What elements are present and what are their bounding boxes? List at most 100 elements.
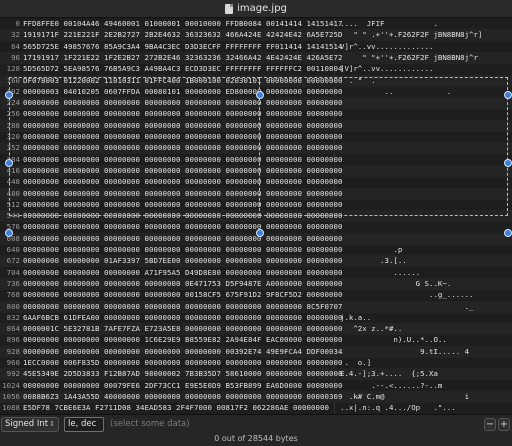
row-hex-bytes[interactable]: 00000000 00000000 00079FE6 2DF73CC1 E9E5… (23, 380, 342, 392)
selection-handle-bottom-right[interactable] (504, 229, 512, 237)
selection-handle-top-left[interactable] (5, 91, 13, 99)
hex-row[interactable]: 992 45E5349E 2D5D3833 F12B87AD 98000002 7… (0, 368, 512, 381)
hex-row[interactable]: 1056 0088B6Z3 1A43A55D 40000000 00000000 … (0, 390, 512, 403)
hex-row[interactable]: 640 00000000 00000000 00000000 00000000 0… (0, 244, 512, 256)
hex-row[interactable]: 928 00000000 00000000 00000000 00000000 0… (0, 345, 512, 358)
row-offset: 960 (6, 358, 20, 367)
row-hex-bytes[interactable]: 1919171F 221E221F 2E2B2727 2B2E4632 3632… (23, 29, 342, 41)
row-offset: 32 (11, 30, 20, 40)
hex-row[interactable]: 0 FFD8FFE0 00104A46 49460001 01000001 000… (0, 18, 512, 30)
hex-row[interactable]: 32 1919171F 221E221F 2E2B2727 2B2E4632 36… (0, 29, 512, 42)
row-ascii[interactable]: ._ (340, 301, 508, 313)
row-ascii[interactable]: ]V]r^..vv............ (340, 63, 508, 75)
selection-handle-mid-right[interactable] (504, 159, 512, 167)
row-offset: 832 (6, 312, 20, 322)
hex-row[interactable]: 960 1ECC0000 006F835D 00000000 00000000 0… (0, 357, 512, 369)
row-hex-bytes[interactable]: 1ECC0000 006F835D 00000000 00000000 0000… (23, 357, 342, 369)
remove-button[interactable]: − (484, 418, 496, 431)
row-ascii[interactable]: .p (340, 244, 508, 256)
selection-handle-top-right[interactable] (504, 91, 512, 99)
hex-row[interactable]: 96 17191917 1F221E22 1F2E2B27 272B2E46 32… (0, 51, 512, 64)
row-hex-bytes[interactable]: FFD8FFE0 00104A46 49460001 01000001 0001… (23, 18, 342, 30)
row-ascii[interactable]: ..x|.n:.q .4.../Op ."... (340, 402, 508, 414)
row-hex-bytes[interactable]: 6AAF6BCB 61DFEA00 00000000 00000000 0000… (23, 312, 342, 324)
row-hex-bytes[interactable]: 00000000 00000000 00000000 00000000 0E47… (23, 278, 342, 290)
row-offset: 672 (6, 256, 20, 266)
row-hex-bytes[interactable]: 00000000 00000000 00000000 00000000 0015… (23, 289, 342, 301)
row-hex-bytes[interactable]: 00000000 00000000 00000000 1C6E29E9 B855… (23, 334, 342, 346)
hex-row[interactable]: 1088 E5DF78 7CBE6E3A F2711D08 34EAD583 2F… (0, 402, 512, 414)
hex-row[interactable]: 704 00000000 00000000 00000000 A71F95A5 D… (0, 267, 512, 279)
row-ascii[interactable]: " " .+''+.F262F2F jBN8BN8j^r] (340, 29, 508, 41)
hex-row[interactable]: 896 00000000 00000000 00000000 1C6E29E9 B… (0, 334, 512, 346)
row-offset: 64 (11, 41, 20, 51)
row-ascii[interactable]: j.k.a.. (340, 312, 508, 324)
row-ascii[interactable]: " "+''+.F262F2F jBN8BN8j^r (340, 52, 508, 64)
hex-row[interactable]: 128 5D565D72 5EA98576 76B5A9C3 A49BA4C3 E… (0, 63, 512, 75)
row-ascii[interactable]: .... JFIF . (340, 18, 508, 30)
hex-row[interactable]: 736 00000000 00000000 00000000 00000000 0… (0, 277, 512, 290)
data-type-select[interactable]: Signed Int ⇕ (1, 417, 59, 432)
window-title: image.jpg (237, 3, 287, 14)
row-ascii[interactable]: ..g_...... (340, 289, 508, 301)
row-ascii[interactable]: .3.[.. (340, 255, 508, 267)
row-hex-bytes[interactable]: 0088B6Z3 1A43A55D 40000000 00000000 0000… (23, 391, 342, 403)
selection-handle-bottom-left[interactable] (5, 229, 13, 237)
selection-outline-hex (9, 77, 260, 216)
hex-row[interactable]: 864 0000001C 5E32781B 7AFE7FZA E723A5E8 0… (0, 323, 512, 336)
selection-handle-mid-left[interactable] (5, 159, 13, 167)
hex-row[interactable]: 672 00000000 00000000 01AF3397 5BD7EE00 0… (0, 255, 512, 268)
row-hex-bytes[interactable]: 45E5349E 2D5D3833 F12B87AD 98000002 7B3B… (23, 368, 342, 380)
inspector-footer: Signed Int ⇕ le, dec (select some data) … (0, 414, 512, 446)
hex-row[interactable]: 768 00000000 00000000 00000000 00000000 0… (0, 289, 512, 301)
selection-handle-top-mid[interactable] (256, 91, 264, 99)
row-hex-bytes[interactable]: 00000000 00000000 01AF3397 5BD7EE00 0000… (23, 255, 342, 267)
hex-row[interactable]: 64 565D725E 49857676 85A9C3A4 9BA4C3EC D3… (0, 41, 512, 53)
inspector-controls: Signed Int ⇕ le, dec (select some data) … (0, 417, 512, 433)
row-offset: 1024 (2, 380, 20, 390)
row-hex-bytes[interactable]: 5D565D72 5EA98576 76B5A9C3 A49BA4C3 ECD3… (23, 63, 342, 75)
chevron-updown-icon: ⇕ (49, 420, 55, 428)
endian-value: le, dec (68, 419, 97, 429)
row-ascii[interactable]: .k# C.m@ i (340, 391, 508, 403)
row-ascii[interactable]: V]r^..vv............. (340, 41, 508, 53)
window-titlebar: image.jpg (0, 0, 512, 18)
row-offset: 928 (6, 346, 20, 356)
endian-field[interactable]: le, dec (64, 417, 104, 432)
add-button[interactable]: + (498, 418, 510, 431)
row-offset: 736 (6, 278, 20, 288)
row-offset: 992 (6, 369, 20, 379)
byte-count-status: 0 out of 28544 bytes (214, 434, 298, 443)
row-ascii[interactable]: .--.<......?-..m (340, 380, 508, 392)
selection-handle-bottom-mid[interactable] (256, 229, 264, 237)
row-offset: 704 (6, 267, 20, 277)
row-ascii[interactable]: n).U..*..O.. (340, 334, 508, 346)
row-hex-bytes[interactable]: 00000000 00000000 00000000 00000000 0000… (23, 346, 342, 358)
row-offset: 768 (6, 290, 20, 300)
row-offset: 640 (6, 245, 20, 254)
data-type-value: Signed Int (5, 419, 49, 429)
hex-row[interactable]: 832 6AAF6BCB 61DFEA00 00000000 00000000 0… (0, 312, 512, 324)
row-hex-bytes[interactable]: 00000000 00000000 00000000 00000000 0000… (23, 221, 342, 233)
selection-outline-ascii (259, 77, 508, 216)
row-ascii[interactable]: ^2x z..*#.. (340, 323, 508, 335)
hex-row[interactable]: 1024 00000000 00000000 00079FE6 2DF73CC1 … (0, 380, 512, 392)
row-ascii[interactable]: 9.tI..... 4 (340, 346, 508, 358)
row-hex-bytes[interactable]: 00000000 00000000 00000000 00000000 0000… (23, 301, 342, 313)
row-hex-bytes[interactable]: 17191917 1F221E22 1F2E2B27 272B2E46 3236… (23, 52, 342, 64)
row-hex-bytes[interactable]: 00000000 00000000 00000000 00000000 0000… (23, 244, 342, 256)
value-field[interactable]: (select some data) (108, 417, 480, 432)
row-ascii[interactable]: . o.] (340, 357, 508, 369)
row-hex-bytes[interactable]: E5DF78 7CBE6E3A F2711D08 34EAD583 2F4F70… (23, 402, 333, 414)
row-offset: 96 (11, 52, 20, 62)
row-offset: 0 (15, 19, 20, 28)
row-ascii[interactable]: G S..K~. (340, 278, 508, 290)
document-icon (225, 3, 234, 14)
row-hex-bytes[interactable]: 00000000 00000000 00000000 A71F95A5 D49D… (23, 267, 342, 279)
row-ascii[interactable]: ...... (340, 267, 508, 279)
row-hex-bytes[interactable]: 00000000 00000000 00000000 00000000 0000… (23, 233, 342, 245)
row-ascii[interactable]: E.4.-];3.+.... {;5.Xa (340, 368, 508, 380)
hex-row[interactable]: 800 00000000 00000000 00000000 00000000 0… (0, 300, 512, 313)
row-hex-bytes[interactable]: 0000001C 5E32781B 7AFE7FZA E723A5E8 0000… (23, 323, 342, 335)
row-hex-bytes[interactable]: 565D725E 49857676 85A9C3A4 9BA4C3EC D3D3… (23, 41, 342, 53)
